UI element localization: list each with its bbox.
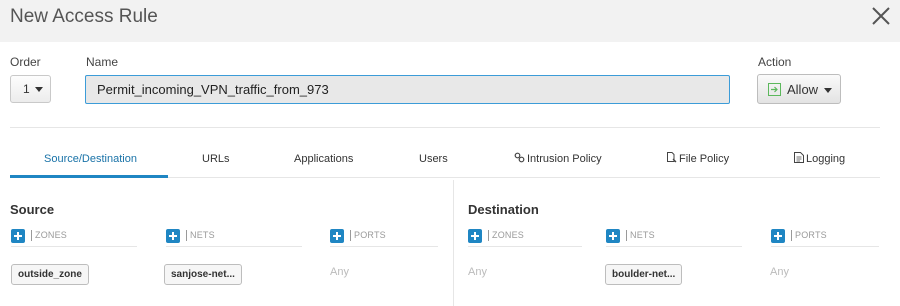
ports-header-label: PORTS bbox=[354, 230, 386, 240]
close-icon[interactable] bbox=[870, 5, 892, 27]
add-icon[interactable] bbox=[11, 229, 25, 243]
ports-header-label: PORTS bbox=[795, 230, 827, 240]
destination-ports-any: Any bbox=[770, 266, 789, 278]
action-label: Action bbox=[758, 55, 792, 69]
chevron-down-icon bbox=[824, 88, 832, 93]
add-icon[interactable] bbox=[468, 229, 482, 243]
tab-label: URLs bbox=[202, 153, 230, 165]
header-bar bbox=[626, 230, 627, 241]
tab-label: Applications bbox=[294, 153, 354, 165]
source-title: Source bbox=[10, 202, 55, 217]
tab-file-policy[interactable]: File Policy bbox=[666, 144, 746, 178]
add-icon[interactable] bbox=[771, 229, 785, 243]
add-icon[interactable] bbox=[330, 229, 344, 243]
destination-net-chip[interactable]: boulder-net... bbox=[605, 264, 683, 285]
tab-label: Users bbox=[419, 153, 448, 165]
dialog-header: New Access Rule bbox=[0, 0, 900, 42]
rule-tabs: Source/Destination URLs Applications Use… bbox=[10, 144, 880, 178]
active-tab-indicator bbox=[10, 175, 168, 178]
zones-header-label: ZONES bbox=[35, 230, 68, 240]
tab-applications[interactable]: Applications bbox=[294, 144, 374, 178]
action-dropdown[interactable]: Allow bbox=[757, 74, 841, 104]
destination-title: Destination bbox=[468, 202, 539, 217]
destination-ports-header[interactable]: PORTS bbox=[771, 227, 879, 247]
tab-label: Intrusion Policy bbox=[527, 153, 602, 165]
intrusion-policy-icon bbox=[514, 152, 525, 163]
header-bar bbox=[186, 230, 187, 241]
tab-source-destination[interactable]: Source/Destination bbox=[10, 144, 168, 178]
add-icon[interactable] bbox=[606, 229, 620, 243]
order-label: Order bbox=[10, 55, 41, 69]
destination-zones-any: Any bbox=[468, 266, 487, 278]
nets-header-label: NETS bbox=[190, 230, 215, 240]
destination-zones-header[interactable]: ZONES bbox=[468, 227, 582, 247]
header-bar bbox=[488, 230, 489, 241]
tab-label: File Policy bbox=[679, 153, 730, 165]
header-bar bbox=[31, 230, 32, 241]
panel-divider bbox=[453, 180, 454, 306]
destination-nets-header[interactable]: NETS bbox=[606, 227, 742, 247]
source-ports-any: Any bbox=[330, 266, 349, 278]
rule-name-input[interactable] bbox=[85, 75, 730, 104]
dialog-title: New Access Rule bbox=[10, 6, 158, 27]
header-bar bbox=[350, 230, 351, 241]
name-label: Name bbox=[86, 55, 119, 69]
file-policy-icon bbox=[667, 152, 677, 163]
header-bar bbox=[791, 230, 792, 241]
logging-icon bbox=[794, 152, 804, 163]
allow-icon bbox=[768, 83, 781, 96]
tab-intrusion-policy[interactable]: Intrusion Policy bbox=[514, 144, 614, 178]
tab-label: Logging bbox=[806, 153, 846, 165]
order-value: 1 bbox=[23, 82, 30, 96]
order-dropdown[interactable]: 1 bbox=[10, 75, 51, 103]
source-zone-chip[interactable]: outside_zone bbox=[11, 264, 89, 285]
source-ports-header[interactable]: PORTS bbox=[330, 227, 438, 247]
divider bbox=[10, 127, 880, 128]
zones-header-label: ZONES bbox=[492, 230, 525, 240]
source-zones-header[interactable]: ZONES bbox=[11, 227, 137, 247]
action-value: Allow bbox=[787, 82, 819, 97]
add-icon[interactable] bbox=[166, 229, 180, 243]
tab-users[interactable]: Users bbox=[419, 144, 469, 178]
source-nets-header[interactable]: NETS bbox=[166, 227, 302, 247]
source-net-chip[interactable]: sanjose-net... bbox=[164, 264, 242, 285]
tab-logging[interactable]: Logging bbox=[794, 144, 864, 178]
chevron-down-icon bbox=[34, 87, 43, 93]
tab-label: Source/Destination bbox=[44, 153, 137, 165]
nets-header-label: NETS bbox=[630, 230, 655, 240]
tab-urls[interactable]: URLs bbox=[200, 144, 250, 178]
